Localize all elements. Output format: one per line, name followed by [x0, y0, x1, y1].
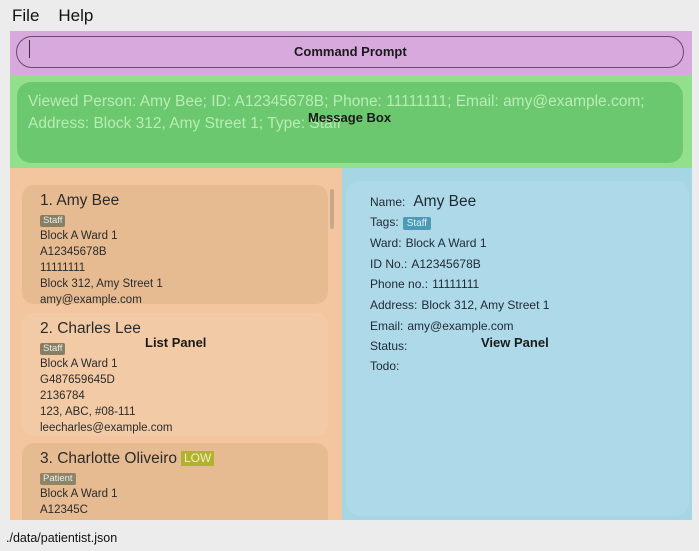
person-card-1[interactable]: 1. Amy Bee Staff Block A Ward 1 A1234567…	[22, 185, 328, 306]
view-panel-label: View Panel	[481, 335, 549, 350]
view-id-row: ID No.: A12345678B	[370, 257, 481, 271]
view-todo-row: Todo:	[370, 359, 399, 373]
person-tag: Staff	[40, 343, 66, 355]
view-email-row: Email: amy@example.com	[370, 319, 514, 333]
person-ward: Block A Ward 1	[40, 230, 118, 242]
list-scrollbar-thumb[interactable]	[330, 189, 334, 229]
person-ward: Block A Ward 1	[40, 358, 118, 370]
person-id: A12345678B	[40, 246, 107, 258]
view-tags-label: Tags:	[370, 215, 399, 229]
command-prompt-region: Command Prompt	[10, 31, 692, 75]
app-window: File Help Command Prompt Viewed Person: …	[0, 0, 699, 551]
list-panel-label: List Panel	[145, 335, 207, 350]
data-file-path: ./data/patientist.json	[6, 531, 118, 545]
view-ward-row: Ward: Block A Ward 1	[370, 236, 487, 250]
list-panel: 1. Amy Bee Staff Block A Ward 1 A1234567…	[10, 168, 342, 520]
person-name: 1. Amy Bee	[40, 192, 120, 209]
view-address-row: Address: Block 312, Amy Street 1	[370, 298, 549, 312]
view-ward-value: Block A Ward 1	[405, 236, 487, 250]
menu-help[interactable]: Help	[58, 6, 93, 26]
message-box-label: Message Box	[308, 110, 392, 125]
view-email-label: Email:	[370, 319, 404, 333]
person-email: leecharles@example.com	[40, 422, 173, 434]
person-email: amy@example.com	[40, 294, 142, 306]
person-ward: Block A Ward 1	[40, 488, 118, 500]
person-id: A12345C	[40, 504, 88, 516]
person-address: 123, ABC, #08-111	[40, 406, 136, 418]
view-name-label: Name:	[370, 195, 406, 209]
view-ward-label: Ward:	[370, 236, 402, 250]
view-status-row: Status:	[370, 339, 407, 353]
person-id: G487659645D	[40, 374, 115, 386]
view-address-label: Address:	[370, 298, 418, 312]
view-address-value: Block 312, Amy Street 1	[421, 298, 550, 312]
menu-file[interactable]: File	[12, 6, 39, 26]
view-name-value: Amy Bee	[413, 193, 477, 210]
person-card-2[interactable]: 2. Charles Lee Staff Block A Ward 1 G487…	[22, 313, 328, 436]
view-phone-label: Phone no.:	[370, 277, 429, 291]
person-tag: Patient	[40, 473, 76, 485]
view-tag: Staff	[402, 217, 432, 230]
view-status-label: Status:	[370, 339, 408, 353]
person-phone: 2136784	[40, 390, 85, 402]
person-name: 3. Charlotte Oliveiro	[40, 450, 177, 467]
view-email-value: amy@example.com	[407, 319, 514, 333]
view-phone-value: 11111111	[432, 277, 480, 291]
command-prompt-label: Command Prompt	[294, 44, 407, 59]
view-id-label: ID No.:	[370, 257, 408, 271]
priority-badge: LOW	[180, 451, 215, 466]
person-phone: 11111111	[40, 262, 86, 274]
text-cursor	[29, 40, 30, 58]
view-todo-label: Todo:	[370, 359, 400, 373]
person-address: Block 312, Amy Street 1	[40, 278, 163, 290]
view-phone-row: Phone no.: 11111111	[370, 277, 479, 291]
status-bar: ./data/patientist.json	[0, 526, 699, 551]
menu-bar: File Help	[0, 0, 699, 31]
person-name-row: 3. Charlotte Oliveiro LOW	[40, 449, 322, 468]
person-card-3[interactable]: 3. Charlotte Oliveiro LOW Patient Block …	[22, 443, 328, 520]
message-box-region: Viewed Person: Amy Bee; ID: A12345678B; …	[10, 75, 692, 168]
person-tag: Staff	[40, 215, 66, 227]
view-tags-row: Tags: Staff	[370, 215, 432, 230]
view-name-row: Name: Amy Bee	[370, 193, 476, 211]
view-id-value: A12345678B	[411, 257, 481, 271]
